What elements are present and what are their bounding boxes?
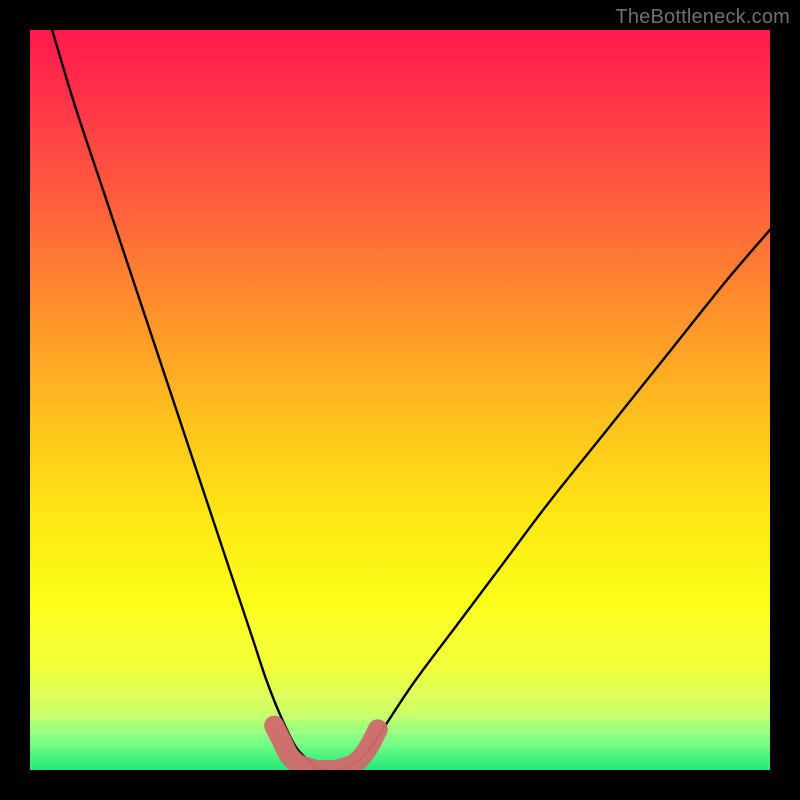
bottleneck-curve bbox=[52, 30, 770, 770]
curve-layer bbox=[30, 30, 770, 770]
plot-area bbox=[30, 30, 770, 770]
watermark-text: TheBottleneck.com bbox=[615, 6, 790, 29]
chart-stage: TheBottleneck.com bbox=[0, 0, 800, 800]
bottom-marker-band bbox=[274, 726, 378, 770]
